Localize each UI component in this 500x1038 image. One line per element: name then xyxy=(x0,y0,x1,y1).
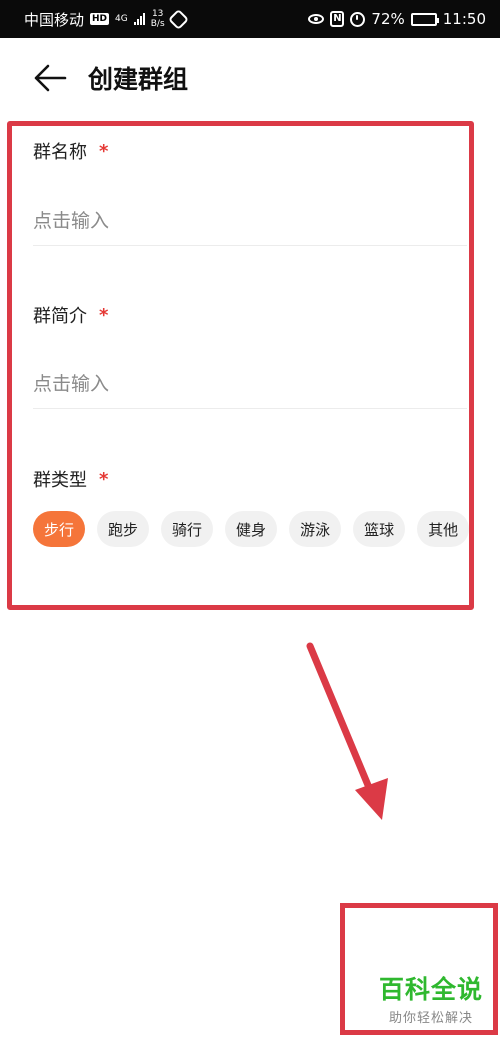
nfc-icon: N xyxy=(330,11,345,27)
status-right: N 72% 11:50 xyxy=(308,10,486,28)
network-type: 4G xyxy=(115,14,128,24)
group-name-label: 群名称 * xyxy=(33,138,108,164)
group-type-chip[interactable]: 步行 xyxy=(33,511,86,547)
watermark: 百科全说 助你轻松解决 xyxy=(370,975,492,1026)
alarm-icon xyxy=(350,11,366,27)
signal-icon xyxy=(133,13,145,25)
group-type-options: 步行 跑步 骑行 健身 游泳 篮球 其他 xyxy=(33,511,473,547)
back-arrow-icon[interactable] xyxy=(30,58,70,98)
group-type-label-text: 群类型 xyxy=(33,470,87,491)
network-speed: 13 B/s xyxy=(151,9,165,29)
group-intro-label-text: 群简介 xyxy=(33,306,87,327)
group-intro-input[interactable] xyxy=(33,359,467,409)
watermark-title: 百科全说 xyxy=(378,975,483,1004)
eye-comfort-icon xyxy=(308,14,325,24)
group-type-label: 群类型 * xyxy=(33,466,108,492)
group-type-chip[interactable]: 健身 xyxy=(225,511,278,547)
group-type-chip[interactable]: 骑行 xyxy=(161,511,214,547)
carrier-name: 中国移动 xyxy=(24,10,85,29)
battery-percent: 72% xyxy=(371,10,405,28)
page-title: 创建群组 xyxy=(88,65,189,94)
group-name-label-text: 群名称 xyxy=(33,142,87,163)
app-header: 创建群组 xyxy=(0,38,500,118)
speed-value: 13 xyxy=(151,9,164,19)
group-type-chip[interactable]: 跑步 xyxy=(97,511,150,547)
battery-icon xyxy=(410,12,439,26)
group-type-chip[interactable]: 游泳 xyxy=(289,511,342,547)
group-intro-label: 群简介 * xyxy=(33,302,108,328)
status-left: 中国移动 HD 4G 13 B/s xyxy=(24,8,189,30)
back-arrow-svg xyxy=(34,64,67,92)
watermark-subtitle: 助你轻松解决 xyxy=(388,1011,473,1026)
group-name-input[interactable] xyxy=(33,196,467,246)
speed-unit: B/s xyxy=(150,19,165,29)
required-mark: * xyxy=(99,468,109,490)
required-mark: * xyxy=(99,140,109,162)
status-bar: 中国移动 HD 4G 13 B/s N 72% 11:50 xyxy=(0,0,500,38)
group-type-chip[interactable]: 篮球 xyxy=(353,511,406,547)
app-notification-icon xyxy=(167,8,189,30)
hd-badge: HD xyxy=(90,13,110,25)
group-type-chip[interactable]: 其他 xyxy=(417,511,470,547)
required-mark: * xyxy=(99,304,109,326)
clock: 11:50 xyxy=(442,10,486,28)
